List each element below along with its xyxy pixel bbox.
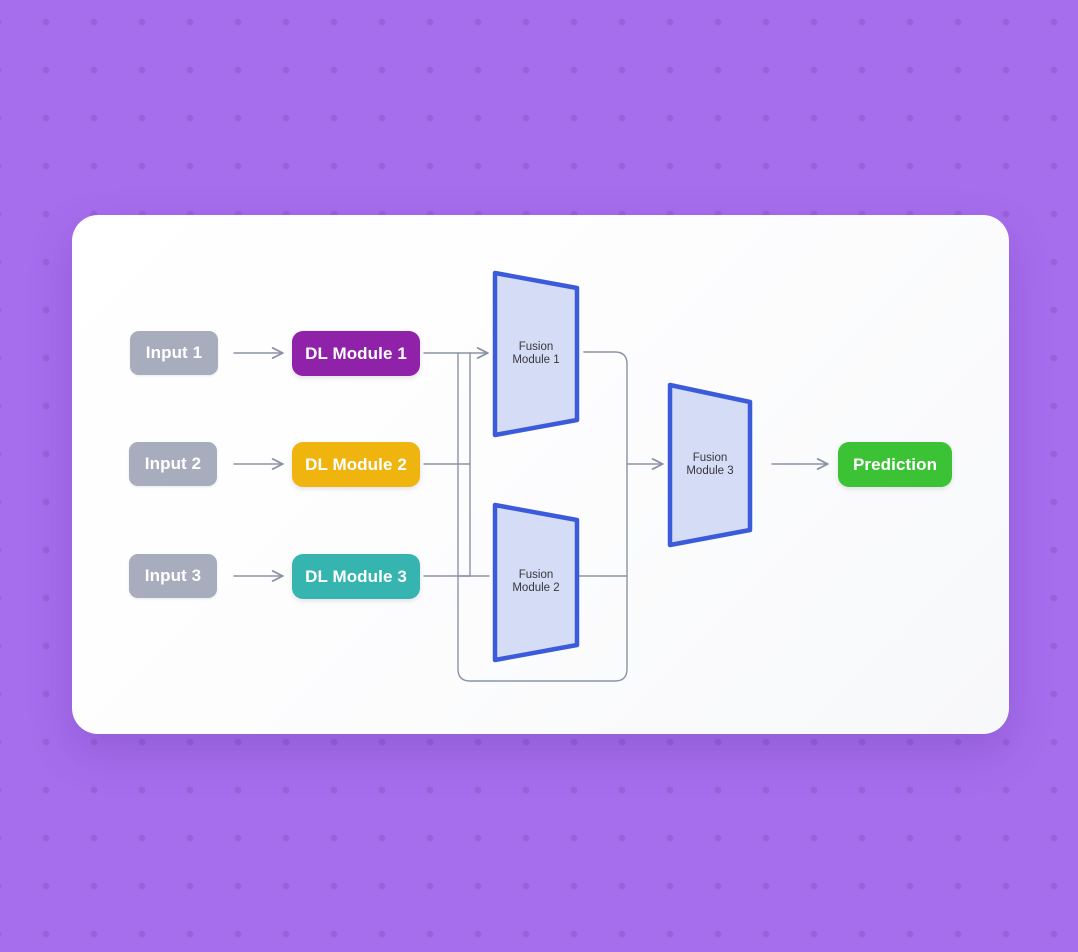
node-label: DL Module 1 [305, 343, 407, 363]
node-label: DL Module 3 [305, 566, 407, 586]
fusion-trapezoid-shape [492, 502, 580, 663]
fusion-trapezoid-shape [492, 270, 580, 438]
node-input-3[interactable]: Input 3 [129, 554, 217, 598]
node-dl-module-3[interactable]: DL Module 3 [292, 554, 420, 599]
node-fusion-module-2[interactable]: Fusion Module 2 [490, 500, 582, 665]
fusion-trapezoid-shape [667, 382, 753, 548]
node-label: Prediction [852, 454, 938, 474]
node-fusion-module-1[interactable]: Fusion Module 1 [490, 268, 582, 440]
node-dl-module-1[interactable]: DL Module 1 [292, 331, 420, 376]
node-label: Input 3 [144, 566, 202, 585]
node-input-1[interactable]: Input 1 [130, 331, 218, 375]
node-label: Input 2 [144, 454, 202, 473]
node-dl-module-2[interactable]: DL Module 2 [292, 442, 420, 487]
diagram-canvas: Input 1 Input 2 Input 3 DL Module 1 DL M… [0, 0, 1078, 952]
node-label: Input 1 [145, 343, 203, 362]
node-prediction[interactable]: Prediction [838, 442, 952, 487]
node-input-2[interactable]: Input 2 [129, 442, 217, 486]
node-fusion-module-3[interactable]: Fusion Module 3 [665, 380, 755, 550]
node-label: DL Module 2 [305, 454, 407, 474]
